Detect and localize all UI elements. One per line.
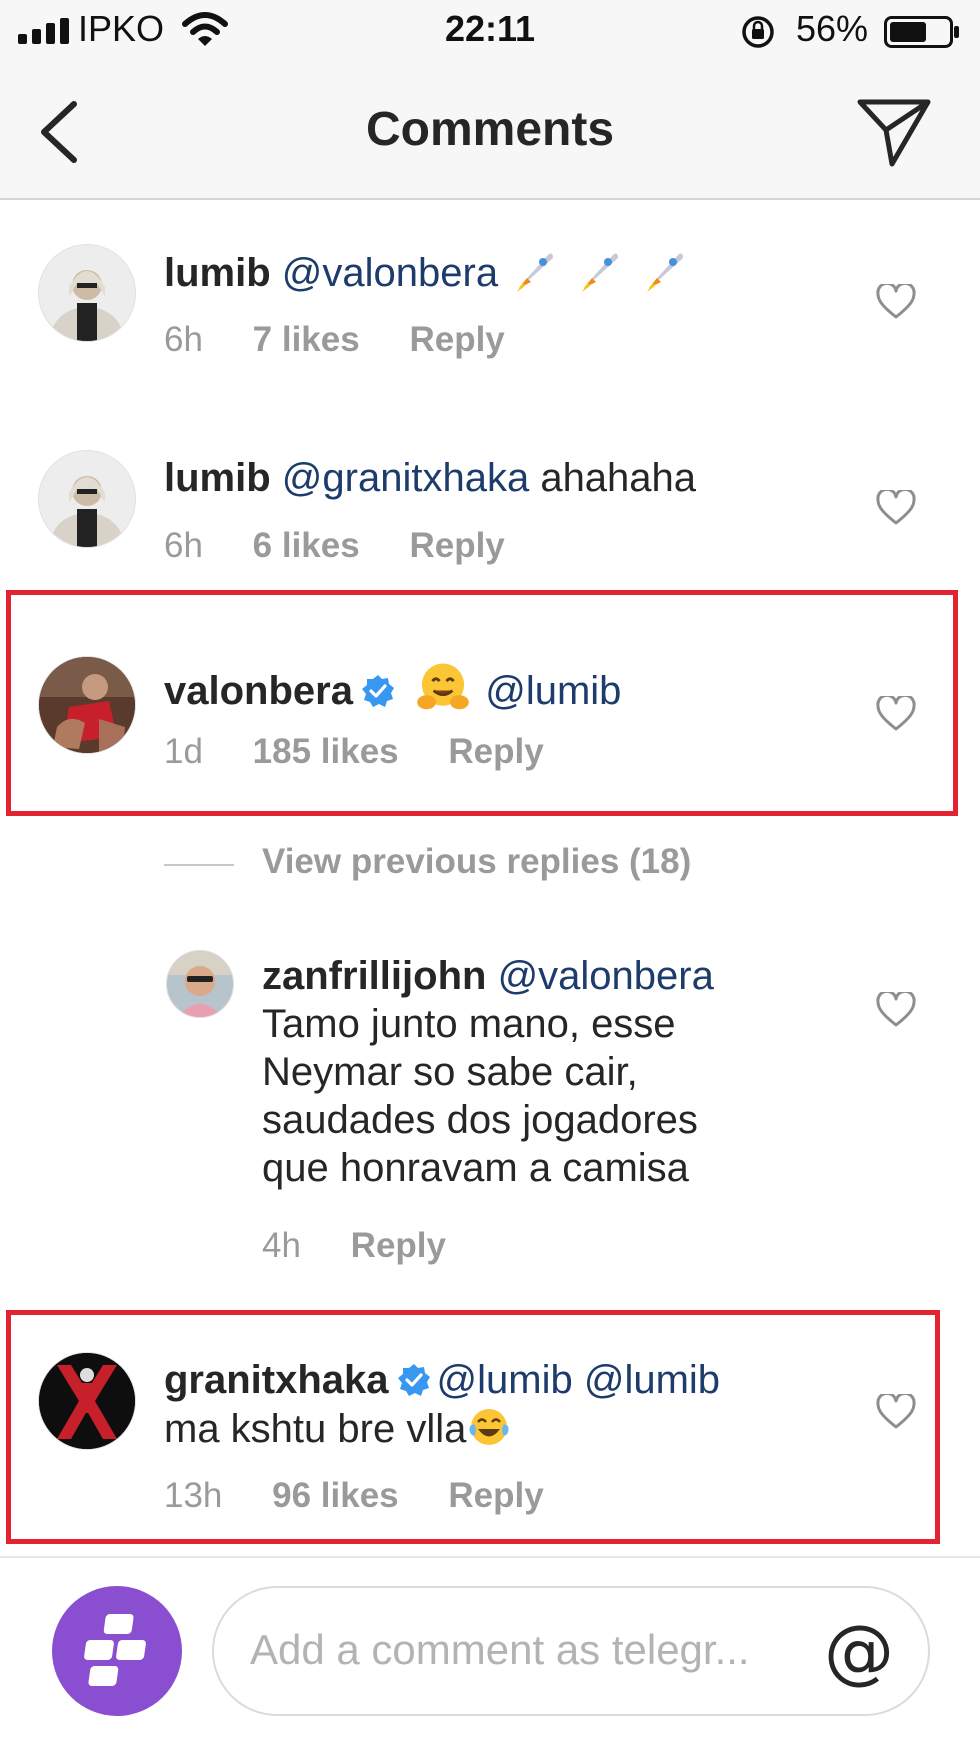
comment-time: 6h xyxy=(164,526,203,565)
avatar-image xyxy=(39,245,135,341)
comment-username[interactable]: valonbera xyxy=(164,669,353,713)
heart-icon[interactable] xyxy=(876,490,916,526)
avatar-image xyxy=(39,1353,135,1449)
comment-time: 6h xyxy=(164,320,203,359)
avatar-image xyxy=(39,657,135,753)
reply-button[interactable]: Reply xyxy=(351,1226,446,1265)
avatar[interactable] xyxy=(38,1352,136,1450)
comment-meta: 13h 96 likes Reply xyxy=(164,1476,584,1516)
user-avatar-logo-icon xyxy=(84,1614,146,1686)
comment-mention[interactable]: @valonbera xyxy=(282,251,498,295)
battery-percent: 56% xyxy=(796,8,869,49)
avatar[interactable] xyxy=(38,244,136,342)
orientation-lock-icon xyxy=(742,16,774,48)
comment-text: valonbera @lumib xyxy=(164,660,621,715)
comment-likes[interactable]: 96 likes xyxy=(272,1476,399,1515)
rocket-emoji-icon xyxy=(582,253,619,292)
comment-mention[interactable]: @lumib xyxy=(584,1358,720,1402)
comment-meta: 6h 6 likes Reply xyxy=(164,526,545,566)
comment-username[interactable]: lumib xyxy=(164,251,271,295)
reply-item: zanfrillijohn @valonbera Tamo junto mano… xyxy=(0,950,980,1265)
comment-username[interactable]: zanfrillijohn xyxy=(262,954,486,998)
comment-meta: 1d 185 likes Reply xyxy=(164,732,584,772)
reply-button[interactable]: Reply xyxy=(448,732,543,771)
comment-username[interactable]: lumib xyxy=(164,456,271,500)
comment-time: 4h xyxy=(262,1226,301,1265)
comment-text: lumib @valonbera xyxy=(164,248,693,297)
user-avatar[interactable] xyxy=(52,1586,182,1716)
mention-button[interactable]: @ xyxy=(824,1610,894,1692)
avatar-image xyxy=(39,451,135,547)
reply-button[interactable]: Reply xyxy=(448,1476,543,1515)
comment-time: 1d xyxy=(164,732,203,771)
comment-body-line: que honravam a camisa xyxy=(262,1146,689,1190)
comment-text: granitxhaka @lumib @lumib ma kshtu bre v… xyxy=(164,1356,844,1453)
comment-composer: Add a comment as telegr... @ xyxy=(0,1556,980,1742)
heart-icon[interactable] xyxy=(876,1394,916,1430)
comment-mention[interactable]: @lumib xyxy=(437,1358,573,1402)
comment-text: lumib @granitxhaka ahahaha xyxy=(164,454,696,502)
reply-button[interactable]: Reply xyxy=(409,320,504,359)
comment-input-placeholder: Add a comment as telegr... xyxy=(250,1626,750,1673)
view-previous-replies-label[interactable]: View previous replies (18) xyxy=(262,842,691,882)
comment-meta: 4h Reply xyxy=(262,1226,486,1266)
comment-mention[interactable]: @lumib xyxy=(485,669,621,713)
verified-badge-icon xyxy=(361,675,394,707)
comment-item: valonbera @lumib 1d 185 likes Reply xyxy=(0,656,980,806)
heart-icon[interactable] xyxy=(876,284,916,320)
send-direct-icon[interactable] xyxy=(856,96,932,168)
battery-icon xyxy=(884,16,959,48)
comment-meta: 6h 7 likes Reply xyxy=(164,320,545,360)
comment-mention[interactable]: @valonbera xyxy=(498,954,714,998)
rocket-emoji-icon xyxy=(647,253,684,292)
avatar[interactable] xyxy=(38,450,136,548)
comment-item: granitxhaka @lumib @lumib ma kshtu bre v… xyxy=(0,1352,980,1532)
comment-mention[interactable]: @granitxhaka xyxy=(282,456,529,500)
avatar[interactable] xyxy=(38,656,136,754)
avatar-image xyxy=(167,951,233,1017)
verified-badge-icon xyxy=(397,1364,430,1396)
comment-time: 13h xyxy=(164,1476,223,1515)
avatar[interactable] xyxy=(166,950,234,1018)
rocket-emoji-icon xyxy=(517,253,554,292)
tears-of-joy-emoji-icon xyxy=(469,1409,509,1445)
comment-text: zanfrillijohn @valonbera Tamo junto mano… xyxy=(262,952,822,1192)
comment-item: lumib @valonbera 6h 7 likes Reply xyxy=(0,244,980,394)
comment-body-line: saudades dos jogadores xyxy=(262,1098,698,1142)
comment-likes[interactable]: 185 likes xyxy=(253,732,399,771)
comment-username[interactable]: granitxhaka xyxy=(164,1358,389,1402)
nav-bar: Comments xyxy=(0,64,980,200)
hugging-face-emoji-icon xyxy=(417,663,469,710)
comment-likes[interactable]: 6 likes xyxy=(253,526,360,565)
heart-icon[interactable] xyxy=(876,992,916,1028)
heart-icon[interactable] xyxy=(876,696,916,732)
comment-body: ma kshtu bre vlla xyxy=(164,1407,467,1451)
page-title: Comments xyxy=(365,103,615,156)
reply-button[interactable]: Reply xyxy=(409,526,504,565)
comment-body: ahahaha xyxy=(529,456,697,500)
comment-input[interactable]: Add a comment as telegr... @ xyxy=(212,1586,930,1716)
comment-item: lumib @granitxhaka ahahaha 6h 6 likes Re… xyxy=(0,450,980,600)
comment-likes[interactable]: 7 likes xyxy=(253,320,360,359)
comment-body-line: Neymar so sabe cair, xyxy=(262,1050,638,1094)
status-bar: IPKO 22:11 56% xyxy=(0,0,980,64)
divider-line xyxy=(164,864,234,866)
comment-body-line: Tamo junto mano, esse xyxy=(262,1002,676,1046)
